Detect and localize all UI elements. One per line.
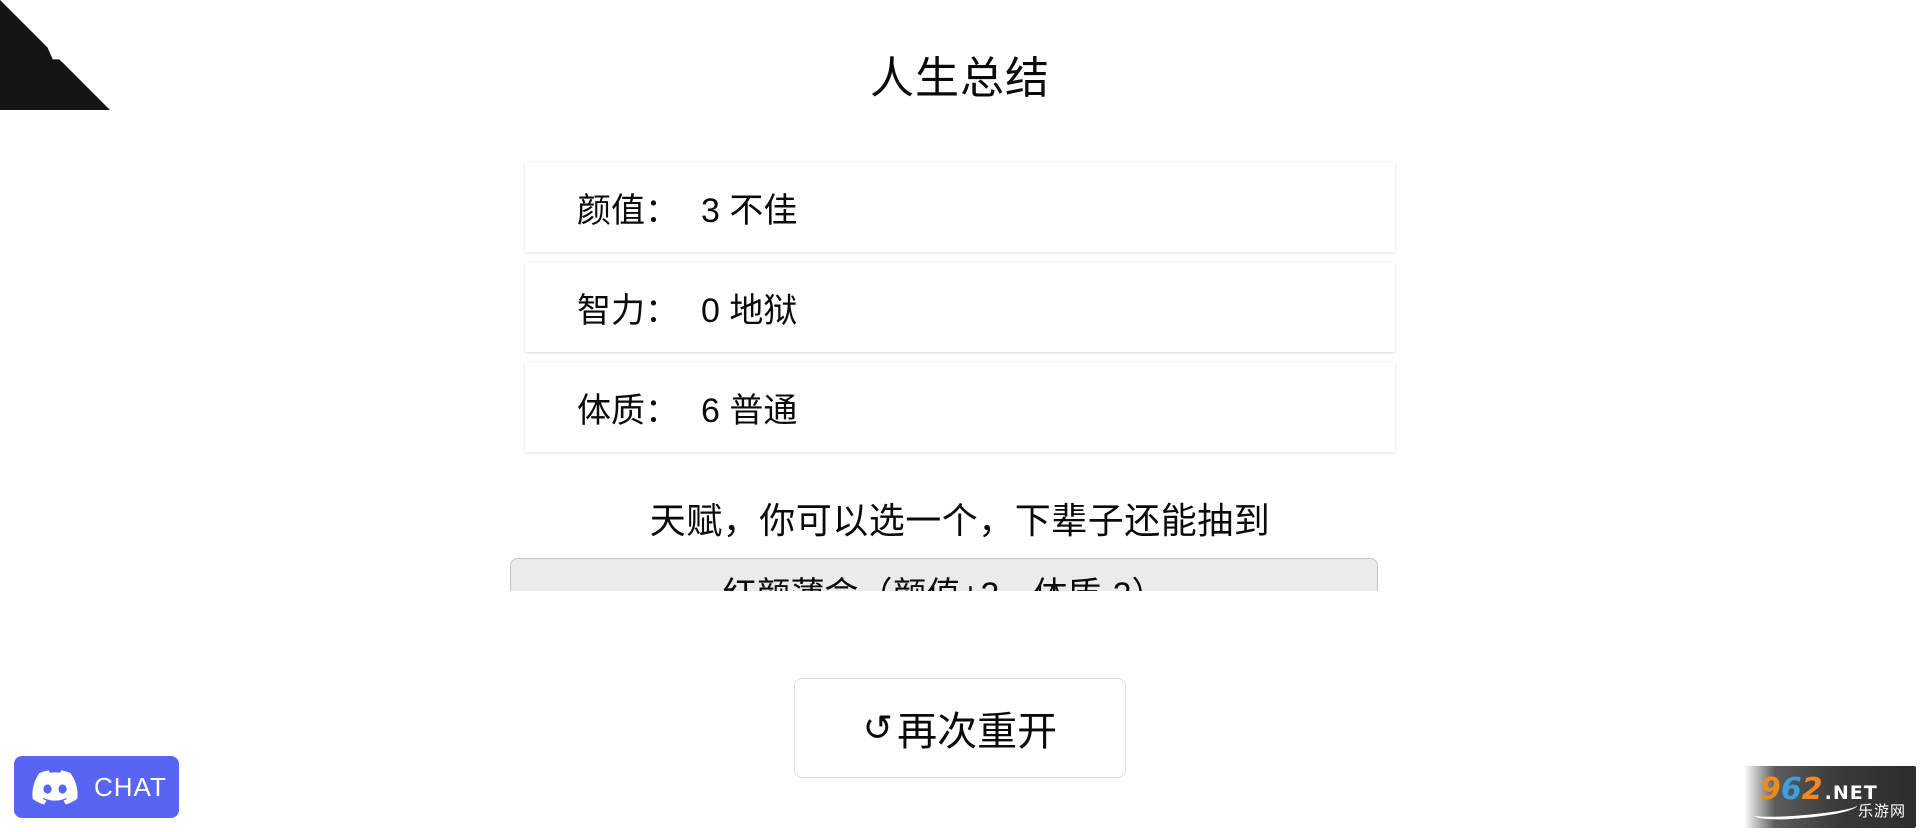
stat-card-appearance: 颜值： 3 不佳	[525, 162, 1395, 252]
watermark-subtitle: 乐游网	[1857, 802, 1906, 820]
watermark-digit-9: 9	[1760, 772, 1781, 807]
restart-circular-arrow-icon: ↺	[862, 707, 894, 748]
stat-value: 6 普通	[701, 391, 798, 430]
stat-card-constitution: 体质： 6 普通	[525, 362, 1395, 452]
discord-chat-label: CHAT	[94, 771, 167, 802]
fork-me-on-github-corner[interactable]	[0, 0, 110, 110]
stat-label: 智力：	[577, 291, 679, 330]
talent-hint-text: 天赋，你可以选一个，下辈子还能抽到	[649, 500, 1271, 541]
stat-value: 3 不佳	[701, 191, 798, 230]
stat-card-intelligence: 智力： 0 地狱	[525, 262, 1395, 352]
stats-list: 颜值： 3 不佳 智力： 0 地狱 体质： 6 普通	[525, 162, 1395, 452]
site-watermark: 9 6 2 .NET 乐游网	[1744, 766, 1916, 828]
discord-chat-button[interactable]: CHAT	[14, 756, 179, 818]
stat-value: 0 地狱	[701, 291, 798, 330]
github-octocat-icon	[0, 0, 110, 110]
talent-option-item[interactable]: 红颜薄命（颜值+2，体质-2）	[510, 558, 1378, 591]
restart-button-label: 再次重开	[897, 710, 1058, 754]
discord-logo-icon	[32, 769, 78, 805]
restart-button-container: ↺ 再次重开	[0, 678, 1920, 778]
stat-label: 颜值：	[577, 191, 679, 230]
life-restart-simulator-page: 人生总结 颜值： 3 不佳 智力： 0 地狱 体质： 6 普通 天赋，你可以选一…	[0, 0, 1920, 832]
talent-option-list: 红颜薄命（颜值+2，体质-2）	[510, 558, 1378, 591]
stat-label: 体质：	[577, 391, 679, 430]
restart-button[interactable]: ↺ 再次重开	[794, 678, 1126, 778]
page-title: 人生总结	[870, 54, 1050, 104]
